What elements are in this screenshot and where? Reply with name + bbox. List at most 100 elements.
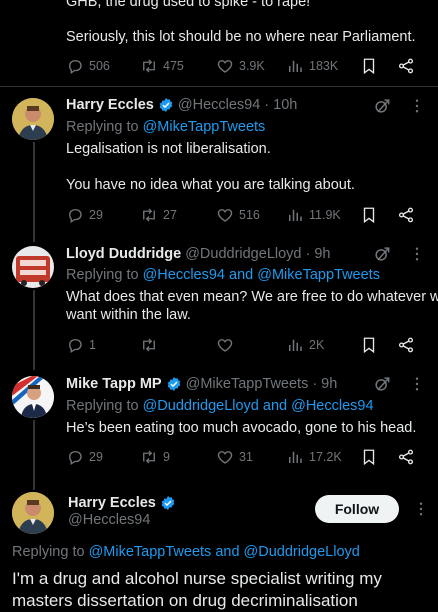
repost-count: 27 <box>163 208 177 222</box>
views-count: 2K <box>309 338 325 352</box>
thread-line <box>33 290 35 370</box>
divider <box>0 86 438 87</box>
like-button[interactable]: 3.9K <box>216 57 265 75</box>
repost-icon <box>140 336 158 354</box>
like-button[interactable] <box>216 336 234 354</box>
bookmark-button[interactable] <box>360 206 378 224</box>
reply-icon <box>66 448 84 466</box>
replying-prefix: Replying to <box>66 398 143 414</box>
like-count: 31 <box>239 450 253 464</box>
share-icon <box>397 57 415 75</box>
author-handle[interactable]: @Heccles94 <box>68 510 150 530</box>
views-button[interactable]: 2K <box>286 336 324 354</box>
replying-to-link[interactable]: @MikeTappTweets and @DuddridgeLloyd <box>89 544 360 560</box>
reply-count: 506 <box>89 59 110 73</box>
grok-icon[interactable] <box>372 374 392 394</box>
author-handle[interactable]: @MikeTappTweets <box>186 374 309 394</box>
repost-count: 9 <box>163 450 170 464</box>
main-tweet-text-line1: I'm a drug and alcohol nurse specialist … <box>12 569 382 588</box>
more-icon[interactable] <box>408 244 426 264</box>
bookmark-icon <box>360 336 378 354</box>
author-name[interactable]: Harry Eccles <box>66 95 154 115</box>
avatar[interactable] <box>12 98 54 140</box>
grok-icon[interactable] <box>372 96 392 116</box>
more-icon[interactable] <box>408 96 426 116</box>
like-button[interactable]: 31 <box>216 448 253 466</box>
bookmark-button[interactable] <box>360 336 378 354</box>
share-icon <box>397 206 415 224</box>
replying-prefix: Replying to <box>66 119 143 135</box>
share-icon <box>397 448 415 466</box>
reply-button[interactable]: 506 <box>66 57 110 75</box>
timestamp[interactable]: · 9h <box>305 244 330 264</box>
views-button[interactable]: 17.2K <box>286 448 342 466</box>
views-count: 11.9K <box>309 208 341 222</box>
heart-icon <box>216 57 234 75</box>
views-icon <box>286 206 304 224</box>
avatar[interactable] <box>12 492 54 534</box>
share-button[interactable] <box>397 57 415 75</box>
reply-icon <box>66 206 84 224</box>
reply-button[interactable]: 29 <box>66 448 103 466</box>
reply-button[interactable]: 1 <box>66 336 96 354</box>
bookmark-icon <box>360 206 378 224</box>
reply-button[interactable]: 29 <box>66 206 103 224</box>
author-name[interactable]: Lloyd Duddridge <box>66 244 181 264</box>
verified-badge-icon <box>166 376 182 392</box>
views-button[interactable]: 183K <box>286 57 338 75</box>
reply-icon <box>66 57 84 75</box>
replying-to-link[interactable]: @MikeTappTweets <box>143 119 266 135</box>
repost-button[interactable] <box>140 336 158 354</box>
repost-icon <box>140 206 158 224</box>
replying-prefix: Replying to <box>66 267 143 283</box>
repost-button[interactable]: 9 <box>140 448 170 466</box>
like-button[interactable]: 516 <box>216 206 260 224</box>
more-icon[interactable] <box>412 499 430 519</box>
bookmark-icon <box>360 57 378 75</box>
bookmark-button[interactable] <box>360 448 378 466</box>
author-handle[interactable]: @Heccles94 <box>178 95 260 115</box>
views-icon <box>286 57 304 75</box>
like-count: 516 <box>239 208 260 222</box>
thread-line <box>33 142 35 242</box>
avatar[interactable] <box>12 376 54 418</box>
reply-count: 1 <box>89 338 96 352</box>
heart-icon <box>216 336 234 354</box>
bookmark-icon <box>360 448 378 466</box>
author-handle[interactable]: @DuddridgeLloyd <box>185 244 301 264</box>
replying-to-link[interactable]: @DuddridgeLloyd and @Heccles94 <box>143 398 374 414</box>
like-count: 3.9K <box>239 59 265 73</box>
heart-icon <box>216 448 234 466</box>
verified-badge-icon <box>158 97 174 113</box>
share-icon <box>397 336 415 354</box>
heart-icon <box>216 206 234 224</box>
tweet1-text-line1: Legalisation is not liberalisation. <box>66 141 271 157</box>
more-icon[interactable] <box>408 374 426 394</box>
replying-prefix: Replying to <box>12 544 89 560</box>
views-icon <box>286 448 304 466</box>
follow-button[interactable]: Follow <box>315 495 399 523</box>
tweet1-text-line2: You have no idea what you are talking ab… <box>66 177 355 193</box>
avatar[interactable] <box>12 246 54 288</box>
repost-icon <box>140 448 158 466</box>
views-icon <box>286 336 304 354</box>
reply-count: 29 <box>89 208 103 222</box>
replying-to-link[interactable]: @Heccles94 and @MikeTappTweets <box>143 267 380 283</box>
bookmark-button[interactable] <box>360 57 378 75</box>
tweet2-text-line2: want within the law. <box>66 307 191 323</box>
grok-icon[interactable] <box>372 244 392 264</box>
timestamp[interactable]: · 10h <box>264 95 297 115</box>
tweet0-text-line1: GHB, the drug used to spike - to rape! <box>66 0 311 10</box>
reply-icon <box>66 336 84 354</box>
views-button[interactable]: 11.9K <box>286 206 341 224</box>
tweet0-text-line2: Seriously, this lot should be no where n… <box>66 29 416 45</box>
repost-button[interactable]: 27 <box>140 206 177 224</box>
share-button[interactable] <box>397 206 415 224</box>
repost-button[interactable]: 475 <box>140 57 184 75</box>
share-button[interactable] <box>397 448 415 466</box>
repost-icon <box>140 57 158 75</box>
author-name[interactable]: Mike Tapp MP <box>66 374 162 394</box>
share-button[interactable] <box>397 336 415 354</box>
timestamp[interactable]: · 9h <box>312 374 337 394</box>
tweet3-text-line1: He’s been eating too much avocado, gone … <box>66 420 417 436</box>
